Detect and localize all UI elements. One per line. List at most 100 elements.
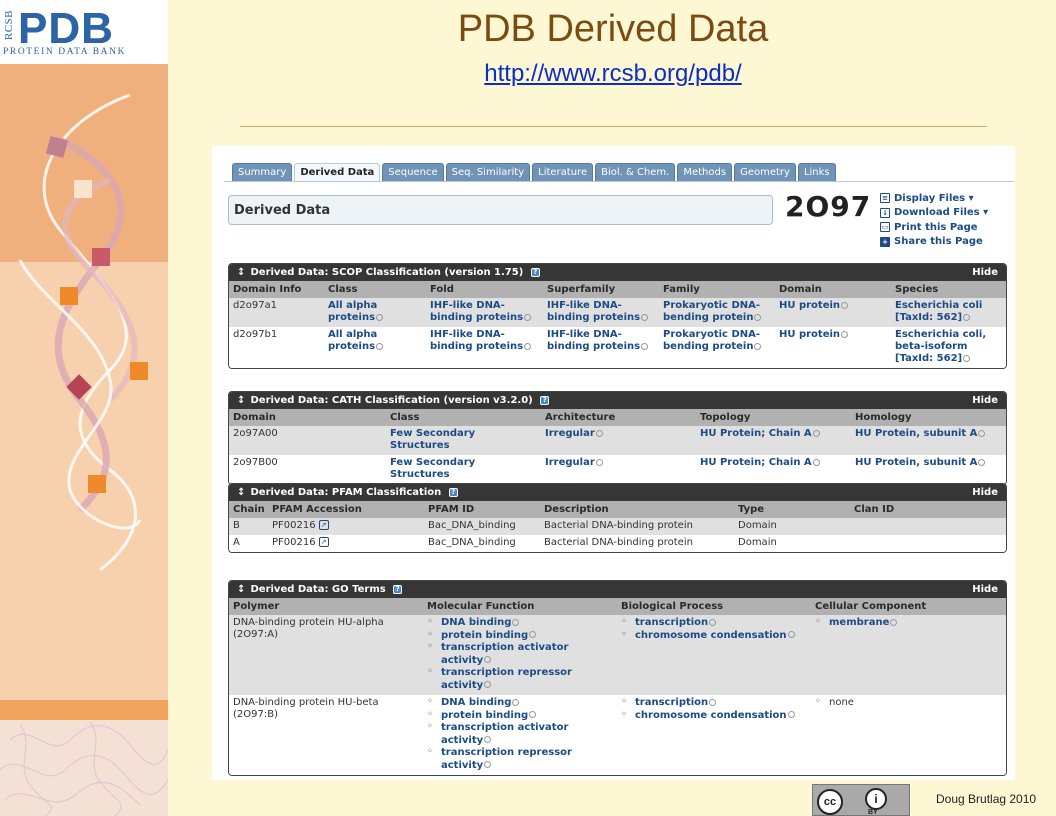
- go-term-item[interactable]: DNA binding: [427, 696, 613, 710]
- magnifier-icon[interactable]: [709, 698, 717, 706]
- go-term-link[interactable]: chromosome condensation: [635, 630, 787, 641]
- magnifier-icon[interactable]: [529, 631, 537, 638]
- scop-fold-link[interactable]: IHF-like DNA-binding proteins: [430, 300, 523, 323]
- go-term-link[interactable]: transcription repressor activity: [441, 747, 572, 771]
- magnifier-icon[interactable]: [484, 656, 492, 663]
- scop-domain-link[interactable]: HU protein: [779, 329, 840, 340]
- scop-domain-link[interactable]: HU protein: [779, 300, 840, 311]
- cath-class-link[interactable]: Few Secondary Structures: [390, 428, 475, 451]
- magnifier-icon[interactable]: [595, 458, 603, 466]
- tab-links[interactable]: Links: [797, 163, 836, 182]
- magnifier-icon[interactable]: [812, 458, 820, 466]
- scop-superfamily-link[interactable]: IHF-like DNA-binding proteins: [547, 329, 640, 352]
- go-term-link[interactable]: chromosome condensation: [635, 710, 787, 721]
- magnifier-icon[interactable]: [754, 342, 762, 350]
- go-term-item[interactable]: protein binding: [427, 629, 613, 643]
- go-term-item[interactable]: transcription repressor activity: [427, 746, 613, 772]
- go-hide-button[interactable]: Hide: [972, 581, 998, 598]
- magnifier-icon[interactable]: [376, 313, 384, 321]
- go-term-item[interactable]: chromosome condensation: [621, 629, 807, 643]
- magnifier-icon[interactable]: [754, 313, 762, 321]
- magnifier-icon[interactable]: [595, 429, 603, 437]
- go-section-header[interactable]: ↕ Derived Data: GO Terms ? Hide: [229, 581, 1006, 598]
- cath-section-header[interactable]: ↕ Derived Data: CATH Classification (ver…: [229, 392, 1006, 409]
- tab-methods[interactable]: Methods: [677, 163, 733, 182]
- magnifier-icon[interactable]: [812, 429, 820, 437]
- go-term-item[interactable]: protein binding: [427, 709, 613, 723]
- magnifier-icon[interactable]: [524, 342, 532, 350]
- tab-sequence[interactable]: Sequence: [382, 163, 444, 182]
- cath-architecture-link[interactable]: Irregular: [545, 428, 595, 439]
- scop-superfamily-link[interactable]: IHF-like DNA-binding proteins: [547, 300, 640, 323]
- cath-homology-link[interactable]: HU Protein, subunit A: [855, 428, 977, 439]
- cath-homology-link[interactable]: HU Protein, subunit A: [855, 457, 977, 468]
- magnifier-icon[interactable]: [484, 736, 492, 743]
- tab-geometry[interactable]: Geometry: [734, 163, 796, 182]
- cath-hide-button[interactable]: Hide: [972, 392, 998, 409]
- go-term-link[interactable]: transcription repressor activity: [441, 667, 572, 691]
- tab-literature[interactable]: Literature: [532, 163, 594, 182]
- tab-biol-chem[interactable]: Biol. & Chem.: [595, 163, 676, 182]
- cath-class-link[interactable]: Few Secondary Structures: [390, 457, 475, 480]
- magnifier-icon[interactable]: [376, 342, 384, 350]
- pdb-logo[interactable]: RCSB PDB PROTEIN DATA BANK: [0, 0, 168, 64]
- go-term-link[interactable]: transcription activator activity: [441, 722, 568, 746]
- magnifier-icon[interactable]: [963, 313, 971, 321]
- share-page-link[interactable]: + Share this Page: [880, 235, 988, 250]
- scop-family-link[interactable]: Prokaryotic DNA-bending protein: [663, 300, 760, 323]
- pfam-section-header[interactable]: ↕ Derived Data: PFAM Classification ? Hi…: [229, 484, 1006, 501]
- go-term-link[interactable]: protein binding: [441, 630, 528, 641]
- slide-url-link[interactable]: http://www.rcsb.org/pdb/: [240, 60, 986, 88]
- cath-topology-link[interactable]: HU Protein; Chain A: [700, 457, 812, 468]
- tab-derived-data[interactable]: Derived Data: [294, 163, 381, 182]
- scop-hide-button[interactable]: Hide: [972, 264, 998, 281]
- magnifier-icon[interactable]: [524, 313, 532, 321]
- go-term-item[interactable]: DNA binding: [427, 616, 613, 630]
- magnifier-icon[interactable]: [512, 698, 520, 706]
- go-term-item[interactable]: membrane: [815, 616, 1002, 630]
- go-term-link[interactable]: transcription: [635, 617, 708, 628]
- go-term-item[interactable]: transcription activator activity: [427, 641, 613, 667]
- external-link-icon[interactable]: ↗: [318, 537, 329, 547]
- display-files-link[interactable]: ≡ Display Files ▾: [880, 191, 988, 206]
- go-term-item[interactable]: chromosome condensation: [621, 709, 807, 723]
- download-files-link[interactable]: ↓ Download Files ▾: [880, 206, 988, 221]
- magnifier-icon[interactable]: [787, 711, 795, 718]
- magnifier-icon[interactable]: [841, 301, 849, 309]
- go-term-item[interactable]: transcription repressor activity: [427, 666, 613, 692]
- external-link-icon[interactable]: ↗: [318, 520, 329, 530]
- help-icon[interactable]: ?: [393, 584, 403, 594]
- go-term-link[interactable]: protein binding: [441, 710, 528, 721]
- magnifier-icon[interactable]: [890, 618, 898, 626]
- scop-class-link[interactable]: All alpha proteins: [328, 300, 377, 323]
- scop-section-header[interactable]: ↕ Derived Data: SCOP Classification (ver…: [229, 264, 1006, 281]
- cath-topology-link[interactable]: HU Protein; Chain A: [700, 428, 812, 439]
- go-term-item[interactable]: transcription activator activity: [427, 721, 613, 747]
- magnifier-icon[interactable]: [512, 618, 520, 626]
- go-term-link[interactable]: transcription activator activity: [441, 642, 568, 666]
- print-page-link[interactable]: ▭ Print this Page: [880, 220, 988, 235]
- scop-species-link[interactable]: Escherichia coli, beta-isoform [TaxId: 5…: [895, 329, 986, 364]
- go-term-link[interactable]: DNA binding: [441, 617, 511, 628]
- magnifier-icon[interactable]: [978, 429, 986, 437]
- go-term-item[interactable]: transcription: [621, 616, 807, 630]
- creative-commons-badge[interactable]: cc i BY: [812, 784, 910, 816]
- go-term-link[interactable]: membrane: [829, 617, 889, 628]
- magnifier-icon[interactable]: [484, 681, 492, 688]
- help-icon[interactable]: ?: [530, 267, 540, 277]
- magnifier-icon[interactable]: [529, 711, 537, 718]
- magnifier-icon[interactable]: [787, 631, 795, 638]
- tab-summary[interactable]: Summary: [232, 163, 293, 182]
- magnifier-icon[interactable]: [641, 342, 649, 350]
- pfam-hide-button[interactable]: Hide: [972, 484, 998, 501]
- cath-architecture-link[interactable]: Irregular: [545, 457, 595, 468]
- go-term-link[interactable]: transcription: [635, 697, 708, 708]
- magnifier-icon[interactable]: [484, 761, 492, 768]
- tab-seq-similarity[interactable]: Seq. Similarity: [445, 163, 531, 182]
- go-term-item[interactable]: transcription: [621, 696, 807, 710]
- help-icon[interactable]: ?: [540, 395, 550, 405]
- magnifier-icon[interactable]: [978, 458, 986, 466]
- magnifier-icon[interactable]: [709, 618, 717, 626]
- scop-class-link[interactable]: All alpha proteins: [328, 329, 377, 352]
- help-icon[interactable]: ?: [448, 487, 458, 497]
